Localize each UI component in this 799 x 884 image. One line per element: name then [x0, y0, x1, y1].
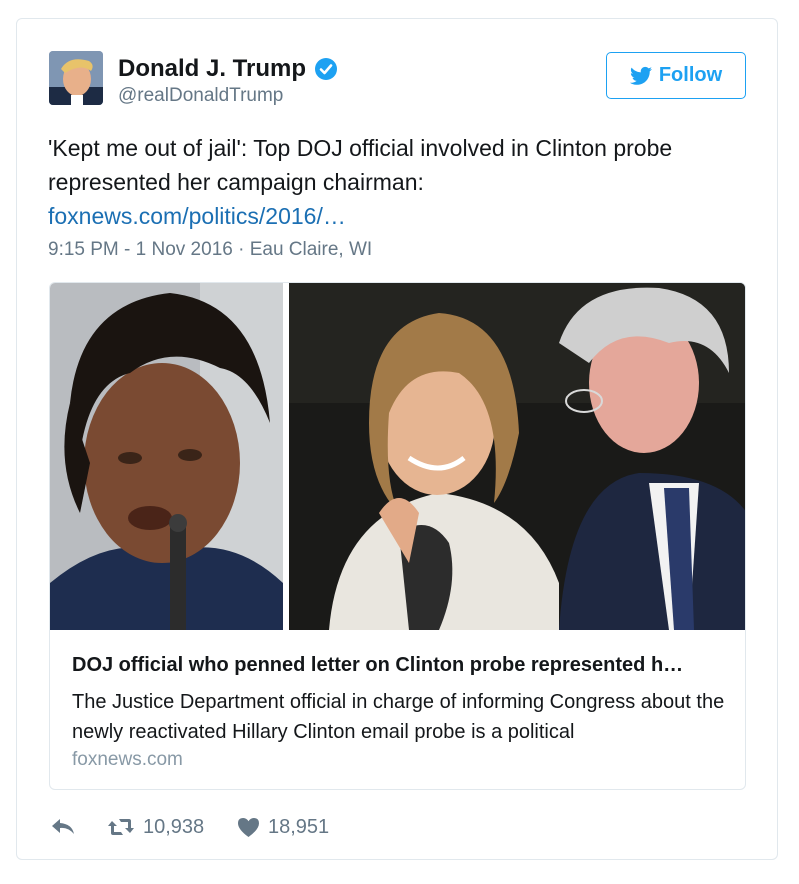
card-domain: foxnews.com — [72, 749, 183, 770]
follow-button-label: Follow — [658, 64, 723, 86]
retweet-icon — [108, 819, 134, 835]
tweet-card: Donald J. Trump @realDonaldTrump Follow … — [16, 18, 778, 860]
card-images — [50, 283, 745, 630]
heart-icon — [238, 817, 259, 837]
twitter-bird-icon — [629, 66, 652, 85]
reply-arrow-icon — [52, 819, 74, 834]
author-handle[interactable]: @realDonaldTrump — [118, 85, 283, 107]
tweet-link[interactable]: foxnews.com/politics/2016/… — [48, 199, 748, 233]
card-image-right — [289, 283, 745, 630]
card-image-left — [50, 283, 283, 630]
avatar-photo — [49, 51, 103, 105]
card-description: The Justice Department official in charg… — [72, 691, 725, 743]
tweet-body: 'Kept me out of jail': Top DOJ official … — [48, 135, 673, 195]
display-name-text[interactable]: Donald J. Trump — [118, 55, 306, 83]
retweet-button[interactable]: 10,938 — [107, 816, 237, 839]
like-button[interactable]: 18,951 — [237, 816, 329, 839]
link-preview-card[interactable]: DOJ official who penned letter on Clinto… — [49, 282, 746, 790]
author-display-name[interactable]: Donald J. Trump — [118, 55, 338, 83]
like-count: 18,951 — [268, 815, 330, 838]
tweet-text: 'Kept me out of jail': Top DOJ official … — [48, 131, 748, 233]
follow-button[interactable]: Follow — [606, 52, 746, 99]
tweet-actions: 10,938 18,951 — [51, 813, 329, 841]
reply-button[interactable] — [51, 817, 107, 837]
tweet-timestamp[interactable]: 9:15 PM - 1 Nov 2016 · Eau Claire, WI — [48, 239, 372, 261]
author-avatar[interactable] — [49, 51, 103, 105]
card-title[interactable]: DOJ official who penned letter on Clinto… — [72, 654, 732, 677]
verified-badge-icon — [314, 57, 338, 81]
retweet-count: 10,938 — [143, 815, 205, 838]
